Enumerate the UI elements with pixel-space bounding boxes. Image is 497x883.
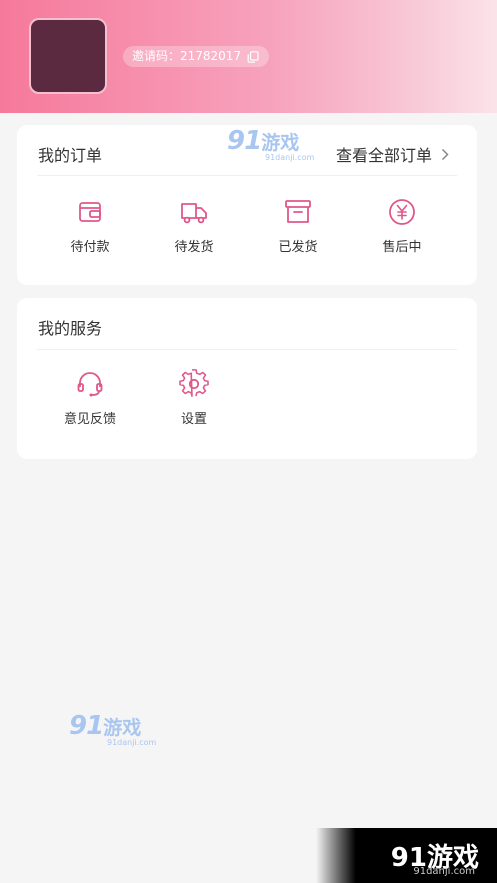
box-icon bbox=[285, 200, 311, 223]
order-pending-payment-label: 待付款 bbox=[70, 240, 110, 255]
service-settings-label: 设置 bbox=[180, 412, 207, 427]
wallet-icon bbox=[79, 202, 101, 222]
view-all-orders-link[interactable]: 查看全部订单 bbox=[336, 142, 449, 166]
corner-watermark-site: 91danji.com bbox=[413, 866, 475, 877]
order-after-sales-label: 售后中 bbox=[382, 240, 422, 255]
headset-icon bbox=[77, 372, 103, 397]
gear-icon bbox=[179, 369, 209, 397]
orders-title: 我的订单 bbox=[38, 146, 103, 165]
chevron-right-icon bbox=[441, 148, 449, 160]
copy-icon[interactable] bbox=[247, 50, 259, 63]
order-after-sales[interactable]: 售后中 bbox=[362, 197, 442, 255]
service-settings[interactable]: 设置 bbox=[154, 369, 234, 427]
order-pending-shipment[interactable]: 待发货 bbox=[154, 197, 234, 255]
service-feedback[interactable]: 意见反馈 bbox=[50, 369, 130, 427]
order-pending-shipment-label: 待发货 bbox=[174, 240, 214, 255]
order-shipped[interactable]: 已发货 bbox=[258, 197, 338, 255]
truck-icon bbox=[181, 203, 207, 224]
orders-divider bbox=[37, 175, 457, 176]
invite-code-badge[interactable]: 邀请码：21782017 bbox=[123, 46, 270, 67]
yen-circle-icon bbox=[389, 199, 415, 225]
services-card: 我的服务 意见反馈 设置 bbox=[17, 298, 477, 459]
order-shipped-label: 已发货 bbox=[278, 240, 318, 255]
corner-watermark: 91游戏 91danji.com bbox=[316, 828, 497, 883]
invite-code-text: 邀请码：21782017 bbox=[132, 49, 242, 63]
watermark-logo: 91游戏 91danji.com bbox=[227, 126, 315, 162]
order-pending-payment[interactable]: 待付款 bbox=[50, 197, 130, 255]
service-feedback-label: 意见反馈 bbox=[63, 412, 116, 427]
profile-header: 邀请码：21782017 bbox=[0, 0, 497, 113]
watermark-logo-lower: 91游戏 91danji.com bbox=[69, 711, 157, 747]
services-divider bbox=[37, 349, 457, 350]
view-all-orders-label: 查看全部订单 bbox=[335, 146, 432, 165]
services-title: 我的服务 bbox=[38, 319, 103, 338]
avatar[interactable] bbox=[29, 18, 107, 94]
